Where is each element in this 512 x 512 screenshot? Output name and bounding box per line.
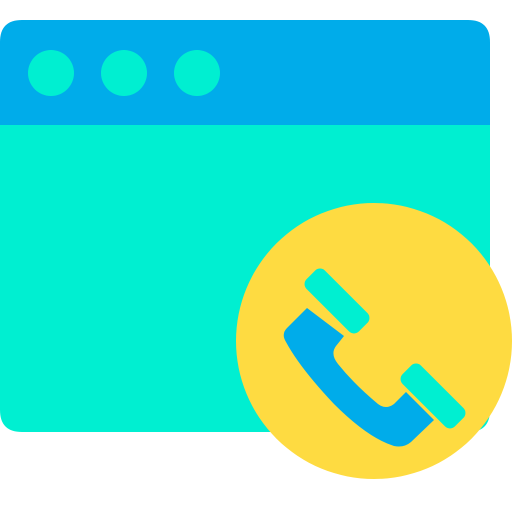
call-badge [236,203,512,479]
window-dot-3 [174,50,220,96]
window-dot-2 [101,50,147,96]
window-dot-1 [28,50,74,96]
browser-window-phone-call-icon [0,20,512,479]
icon-canvas [0,0,512,512]
